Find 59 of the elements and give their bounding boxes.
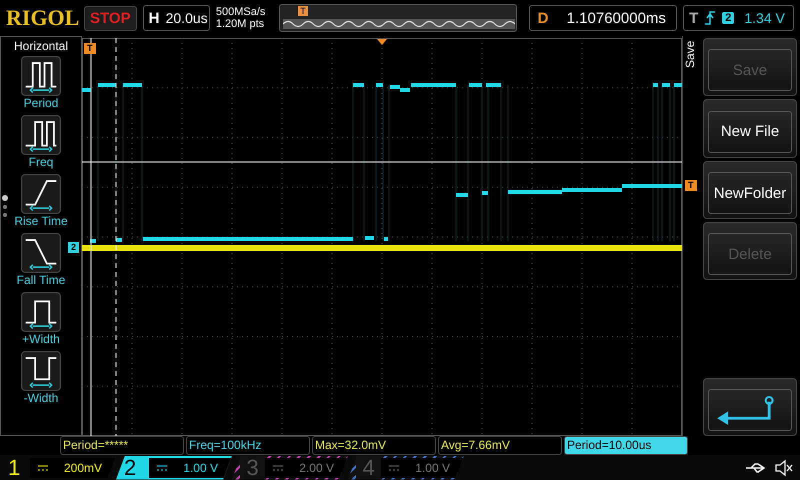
trigger-level: 1.34 V [744,10,785,26]
channel-tab[interactable]: 4 1.00 V [348,456,464,480]
delay-value: 1.10760000ms [566,10,667,26]
page-indicator-icon [2,195,8,219]
measure-label[interactable]: Rise Time [14,214,68,228]
dc-coupling-icon [38,464,48,470]
trigger-display[interactable]: T 2 1.34 V [683,5,794,31]
channel-scale: 200mV [64,460,102,474]
trigger-level-marker[interactable]: T [685,180,696,191]
delay-label: D [536,10,550,26]
channel-number: 2 [124,454,138,480]
trigger-source: 2 [722,12,734,24]
menu-button[interactable]: New File [703,99,797,158]
menu-title: Save [683,40,698,70]
trigger-position-marker[interactable]: T [84,43,96,54]
menu-button[interactable]: NewFolder [703,160,797,220]
measure-icon[interactable] [21,115,61,155]
timebase-value: 20.0us [164,10,209,26]
channel-tab[interactable]: 3 2.00 V [232,456,348,480]
usb-icon [744,460,768,474]
trigger-position-marker: T [298,6,308,16]
channel-scale: 1.00 V [415,460,450,474]
measure-icon[interactable] [21,292,61,332]
measurement-readout[interactable]: Period=***** [60,436,184,455]
measurement-readout[interactable]: Period=10.00us [564,436,688,455]
measurement-readout[interactable]: Avg=7.66mV [438,436,562,455]
horizontal-label: H [148,10,160,26]
measurement-readout[interactable]: Freq=100kHz [186,436,310,455]
channel-scale: 1.00 V [183,460,218,474]
trigger-time-marker-icon[interactable] [377,39,387,45]
dc-coupling-icon [389,464,400,470]
menu-title: Horizontal [14,38,68,55]
dc-coupling-icon [273,464,284,470]
dc-coupling-icon [157,464,168,470]
measure-label[interactable]: -Width [24,391,58,405]
delay-display[interactable]: D 1.10760000ms [528,5,678,31]
timebase-display[interactable]: H 20.0us [142,5,210,31]
measure-icon[interactable] [21,233,61,273]
sample-rate: 500MSa/s [216,6,266,18]
back-button[interactable] [703,378,797,436]
channel-scale: 2.00 V [299,460,334,474]
channel-tab[interactable]: 2 1.00 V [116,456,232,480]
channel-number: 1 [8,454,22,480]
channel-number: 3 [240,454,266,480]
channel-number: 4 [356,454,382,480]
brand-logo: RIGOL [6,5,78,31]
mute-speaker-icon [774,458,794,476]
channel-offset-marker[interactable]: 2 [68,242,80,253]
measure-icon[interactable] [21,174,61,214]
measurement-readout[interactable]: Max=32.0mV [312,436,436,455]
rising-edge-icon [704,10,716,26]
measure-icon[interactable] [21,351,61,391]
measure-label[interactable]: Period [24,96,58,110]
measure-label[interactable]: Fall Time [16,273,66,287]
measure-label[interactable]: +Width [22,332,60,346]
measure-icon[interactable] [21,56,61,96]
measure-label[interactable]: Freq [28,155,54,169]
memory-depth: 1.20M pts [216,18,266,30]
trigger-label: T [689,10,698,26]
